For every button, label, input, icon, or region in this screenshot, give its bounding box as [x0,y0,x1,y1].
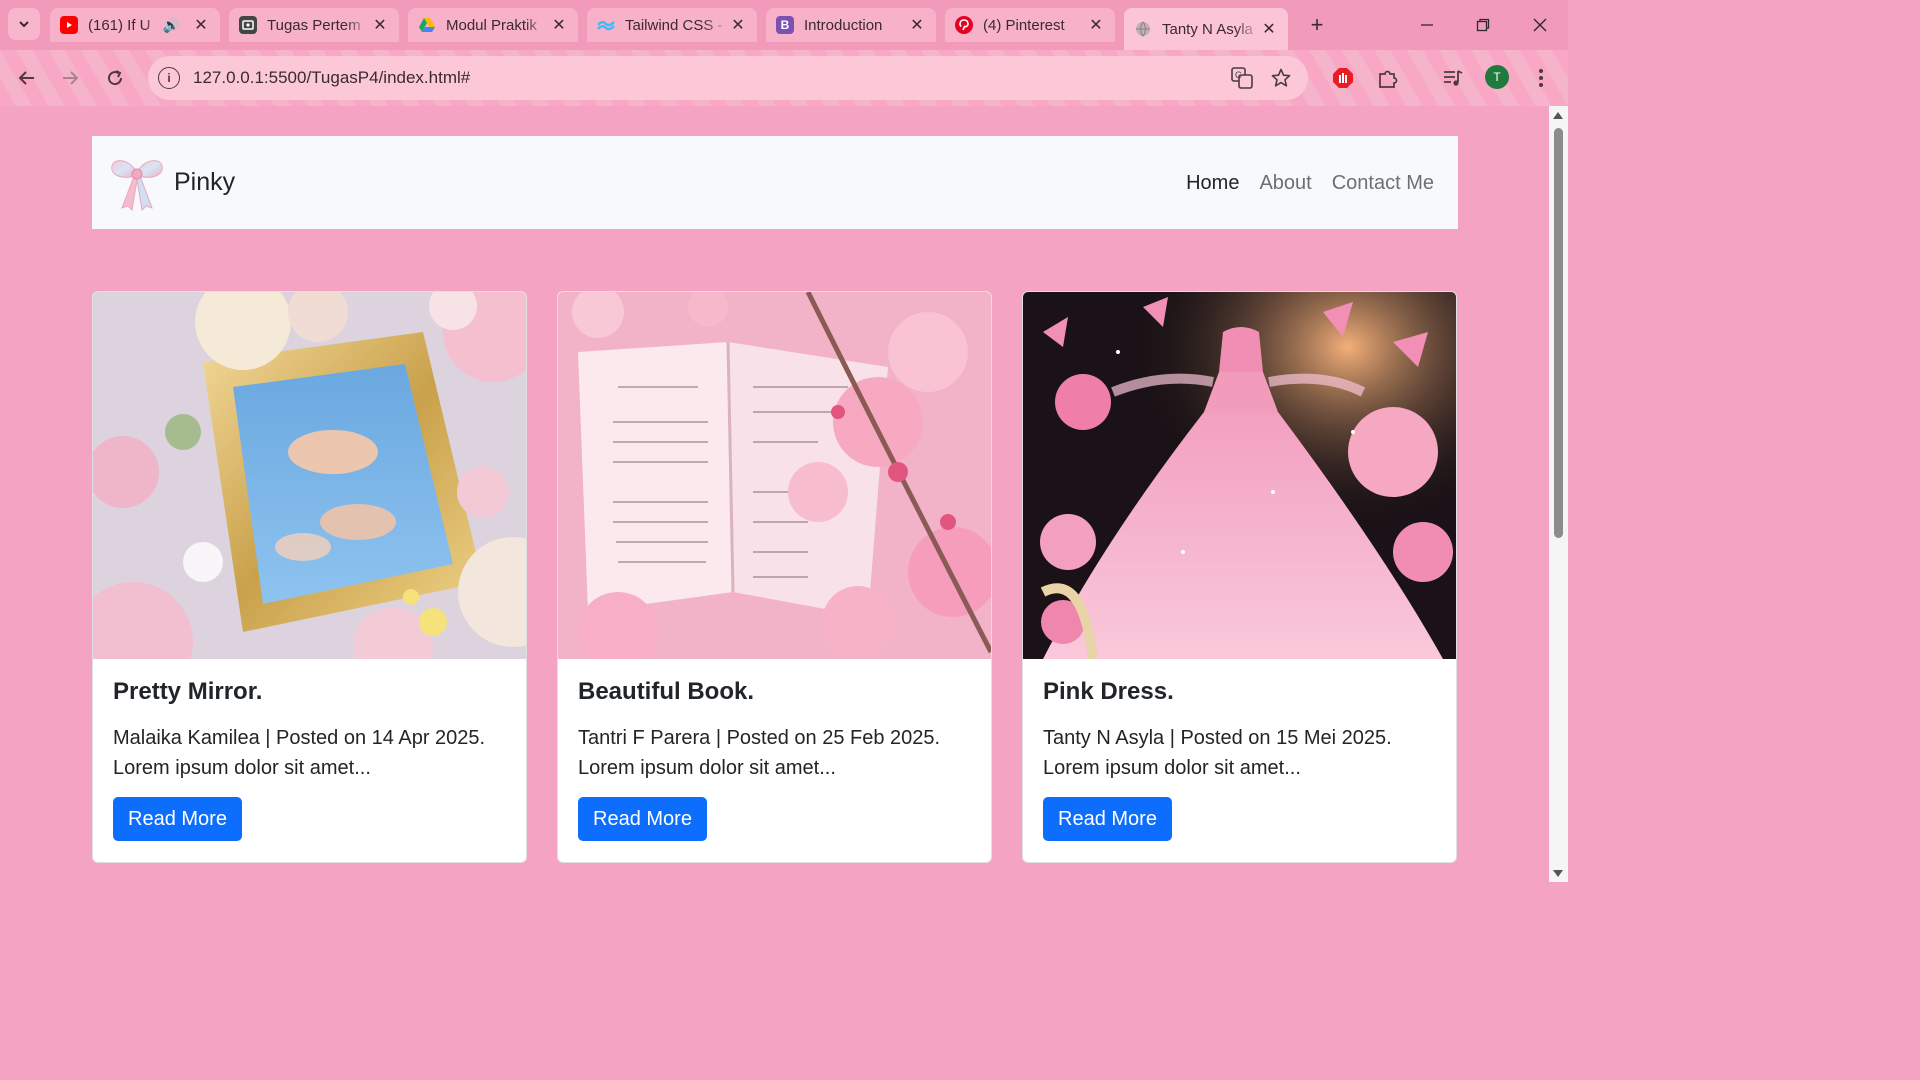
translate-icon[interactable]: G [1230,66,1254,90]
scroll-thumb[interactable] [1554,128,1563,538]
close-icon[interactable]: ✕ [1260,19,1278,39]
site-info-icon[interactable]: i [158,67,180,89]
close-icon[interactable]: ✕ [371,15,389,35]
tailwind-icon [597,16,615,34]
nav-contact-link[interactable]: Contact Me [1332,172,1434,195]
scroll-down-arrow-icon[interactable] [1553,870,1563,877]
url-text[interactable]: 127.0.0.1:5500/TugasP4/index.html# [193,68,470,88]
tab-title: (4) Pinterest [983,16,1065,34]
card-body: Pretty Mirror. Malaika Kamilea | Posted … [113,678,506,783]
page-scrollbar[interactable] [1549,106,1568,882]
card-text: Tanty N Asyla | Posted on 15 Mei 2025. L… [1043,727,1392,779]
tab-tailwind[interactable]: Tailwind CSS - ✕ [587,8,757,42]
close-icon[interactable]: ✕ [1087,15,1105,35]
tab-title: Tugas Pertem [267,16,361,34]
pink-bow-logo-icon [111,160,163,212]
bootstrap-icon: B [776,16,794,34]
close-icon[interactable]: ✕ [192,15,210,35]
card-title: Beautiful Book. [578,678,755,705]
page-viewport: Pinky Home About Contact Me Pretty Mirro… [0,106,1549,882]
bookmark-star-icon[interactable] [1269,66,1293,90]
close-icon[interactable]: ✕ [908,15,926,35]
site-navbar: Pinky Home About Contact Me [92,136,1458,229]
read-more-button[interactable]: Read More [1043,797,1172,841]
pinterest-icon [955,16,973,34]
new-tab-button[interactable]: + [1302,10,1332,40]
speaker-icon[interactable]: 🔊 [163,17,180,34]
reload-button[interactable] [100,63,130,93]
tab-classroom[interactable]: Tugas Pertem ✕ [229,8,399,42]
browser-tab-strip: (161) If U 🔊 ✕ Tugas Pertem ✕ Modul Prak… [0,0,1568,50]
brand[interactable]: Pinky [108,152,235,212]
open-book-with-pink-blossoms-image [558,292,991,659]
card-text: Tantri F Parera | Posted on 25 Feb 2025.… [578,727,941,779]
tab-drive[interactable]: Modul Praktik ✕ [408,8,578,42]
svg-text:G: G [1235,70,1242,80]
nav-about-link[interactable]: About [1259,172,1311,195]
arrow-right-icon [63,71,79,85]
card-beautiful-book: Beautiful Book. Tantri F Parera | Posted… [557,291,992,863]
tab-pinterest[interactable]: (4) Pinterest ✕ [945,8,1115,42]
card-body: Pink Dress. Tanty N Asyla | Posted on 15… [1043,678,1436,783]
close-icon [1533,18,1547,32]
tab-title: Tailwind CSS - [625,16,723,34]
profile-avatar[interactable]: T [1485,65,1509,89]
brand-name: Pinky [174,167,236,196]
card-text: Malaika Kamilea | Posted on 14 Apr 2025.… [113,727,486,779]
globe-icon [1134,20,1152,38]
media-control-icon[interactable] [1438,63,1468,93]
drive-icon [418,16,436,34]
adblock-extension-icon[interactable] [1328,63,1358,93]
tab-title: Introduction [804,16,883,34]
minimize-icon [1421,24,1433,26]
back-button[interactable] [12,63,42,93]
address-bar[interactable]: i 127.0.0.1:5500/TugasP4/index.html# G [148,56,1308,100]
card-title: Pretty Mirror. [113,678,263,705]
tab-active-page[interactable]: Tanty N Asyla ✕ [1124,8,1288,50]
arrow-left-icon [18,71,34,85]
tab-search-button[interactable] [8,8,40,40]
tab-title: Tanty N Asyla [1162,20,1253,38]
youtube-icon [60,16,78,34]
minimize-button[interactable] [1399,0,1455,50]
forward-button[interactable] [55,63,85,93]
kebab-menu-icon[interactable] [1526,63,1556,93]
restore-button[interactable] [1455,0,1511,50]
reload-icon [108,70,123,86]
card-pretty-mirror: Pretty Mirror. Malaika Kamilea | Posted … [92,291,527,863]
chevron-down-icon [19,21,29,28]
gold-mirror-with-flowers-image [93,292,526,659]
scroll-up-arrow-icon[interactable] [1553,112,1563,119]
close-icon[interactable]: ✕ [729,15,747,35]
card-pink-dress: Pink Dress. Tanty N Asyla | Posted on 15… [1022,291,1457,863]
pink-ball-gown-with-butterflies-image [1023,292,1456,659]
tab-bootstrap[interactable]: B Introduction ✕ [766,8,936,42]
nav-links: Home About Contact Me [1166,172,1434,195]
close-window-button[interactable] [1512,0,1568,50]
nav-home-link[interactable]: Home [1186,172,1239,195]
card-title: Pink Dress. [1043,678,1174,705]
classroom-icon [239,16,257,34]
close-icon[interactable]: ✕ [550,15,568,35]
card-body: Beautiful Book. Tantri F Parera | Posted… [578,678,971,783]
tab-title: Modul Praktik [446,16,537,34]
read-more-button[interactable]: Read More [578,797,707,841]
browser-toolbar: i 127.0.0.1:5500/TugasP4/index.html# G T [0,50,1568,106]
extensions-puzzle-icon[interactable] [1373,63,1403,93]
tab-title: (161) If U [88,16,151,34]
read-more-button[interactable]: Read More [113,797,242,841]
tab-youtube[interactable]: (161) If U 🔊 ✕ [50,8,220,42]
restore-icon [1476,18,1490,32]
